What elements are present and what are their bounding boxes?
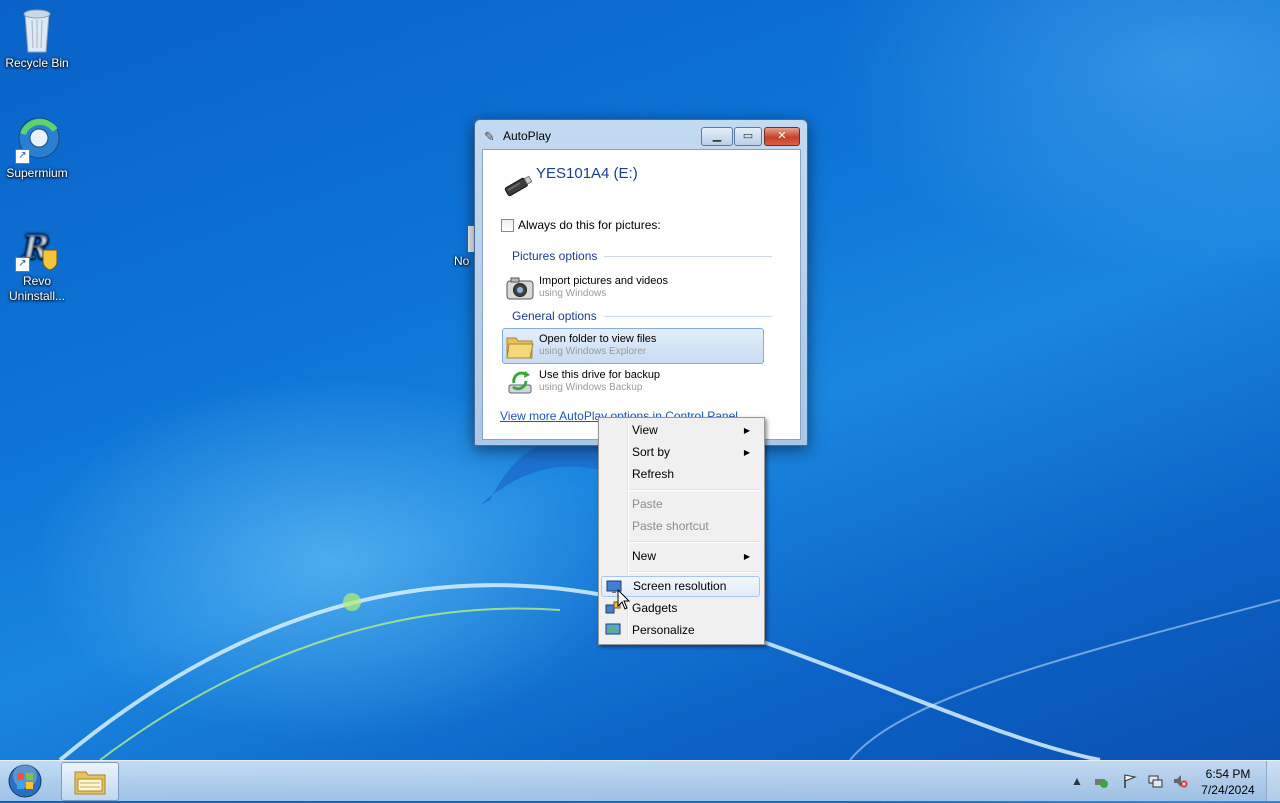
autoplay-titlebar[interactable]: ✎ AutoPlay ▁ ▭ ✕ (475, 120, 807, 150)
autoplay-title-icon: ✎ (484, 129, 495, 144)
pictures-options-heading: Pictures options (512, 249, 598, 263)
menu-item-label: Gadgets (632, 601, 678, 615)
minimize-button[interactable]: ▁ (701, 127, 733, 146)
usb-drive-icon (501, 170, 533, 202)
clock-time: 6:54 PM (1205, 767, 1251, 781)
general-options-heading: General options (512, 309, 597, 323)
menu-item-label: Personalize (632, 623, 695, 637)
menu-item-refresh[interactable]: Refresh (601, 464, 760, 485)
desktop-icon-partial[interactable]: No (454, 226, 476, 269)
menu-item-view[interactable]: View ▶ (601, 420, 760, 441)
device-name: YES101A4 (E:) (536, 165, 638, 182)
folder-icon (505, 331, 535, 361)
shortcut-arrow-icon: ↗ (15, 257, 30, 272)
show-desktop-button[interactable] (1266, 761, 1280, 801)
option-backup[interactable]: Use this drive for backup using Windows … (502, 364, 764, 400)
desktop-icon-label: Revo Uninstall... (8, 274, 66, 303)
always-do-this-label: Always do this for pictures: (518, 218, 661, 232)
option-import-pictures[interactable]: Import pictures and videos using Windows (502, 270, 764, 306)
option-subtitle: using Windows (539, 288, 607, 299)
desktop-icon-revo-uninstaller[interactable]: R ↗ Revo Uninstall... (0, 224, 74, 304)
submenu-arrow-icon: ▶ (743, 552, 750, 561)
network-icon[interactable] (1147, 773, 1163, 789)
taskbar-clock[interactable]: 6:54 PM 7/24/2024 (1196, 766, 1260, 798)
desktop-icon-label: Recycle Bin (5, 56, 69, 70)
volume-muted-icon[interactable] (1172, 773, 1188, 789)
submenu-arrow-icon: ▶ (743, 448, 750, 457)
submenu-arrow-icon: ▶ (743, 426, 750, 435)
menu-separator (629, 571, 760, 573)
menu-item-personalize[interactable]: Personalize (601, 620, 760, 641)
menu-item-label: Paste (632, 497, 663, 511)
mouse-cursor-icon (617, 589, 631, 610)
desktop-icon-supermium[interactable]: ↗ Supermium (0, 116, 74, 181)
menu-item-label: View (632, 423, 658, 437)
minimize-icon: ▁ (712, 130, 722, 142)
backup-icon (505, 367, 535, 397)
revo-uninstaller-icon: R ↗ (13, 224, 61, 272)
recycle-bin-icon (13, 6, 61, 54)
window-title: AutoPlay (503, 129, 552, 143)
menu-item-label: Paste shortcut (632, 519, 709, 533)
always-do-this-checkbox[interactable] (501, 218, 514, 232)
clock-date: 7/24/2024 (1201, 783, 1255, 797)
shortcut-arrow-icon: ↗ (15, 149, 30, 164)
option-title: Use this drive for backup (539, 369, 661, 381)
menu-separator (629, 489, 760, 491)
close-icon: ✕ (777, 130, 787, 142)
menu-item-paste-shortcut[interactable]: Paste shortcut (601, 516, 760, 537)
desktop-icon-label: Supermium (6, 166, 68, 180)
option-title: Open folder to view files (539, 333, 657, 345)
safely-remove-hardware-icon[interactable] (1093, 773, 1109, 789)
start-button[interactable] (6, 763, 44, 799)
show-hidden-icons-icon[interactable]: ▲ (1069, 773, 1085, 789)
camera-icon (505, 273, 535, 303)
desktop-icon-label: No (454, 254, 470, 268)
maximize-button[interactable]: ▭ (734, 127, 762, 146)
taskbar: ▲ 6:54 PM 7/24/2024 (0, 760, 1280, 801)
maximize-icon: ▭ (742, 130, 754, 142)
menu-separator (629, 541, 760, 543)
menu-item-new[interactable]: New ▶ (601, 546, 760, 567)
action-center-flag-icon[interactable] (1122, 773, 1138, 789)
menu-item-label: Sort by (632, 445, 671, 459)
menu-item-paste[interactable]: Paste (601, 494, 760, 515)
always-do-this-row[interactable]: Always do this for pictures: (501, 218, 661, 232)
section-divider (604, 316, 772, 317)
menu-item-label: Screen resolution (633, 579, 727, 593)
close-button[interactable]: ✕ (764, 127, 800, 146)
menu-item-sort-by[interactable]: Sort by ▶ (601, 442, 760, 463)
supermium-icon: ↗ (13, 116, 61, 164)
autoplay-content: YES101A4 (E:) Always do this for picture… (482, 149, 801, 440)
autoplay-window: ✎ AutoPlay ▁ ▭ ✕ YES101A4 (E:) Always do… (474, 119, 808, 446)
desktop-icon-recycle-bin[interactable]: Recycle Bin (0, 6, 74, 71)
option-subtitle: using Windows Explorer (539, 346, 647, 357)
taskbar-explorer-button[interactable] (61, 762, 119, 801)
section-divider (604, 256, 772, 257)
explorer-folder-icon (74, 771, 106, 795)
option-subtitle: using Windows Backup (539, 382, 643, 393)
menu-item-label: Refresh (632, 467, 675, 481)
option-title: Import pictures and videos (539, 275, 669, 287)
windows-logo-icon (8, 764, 42, 798)
personalize-icon (605, 623, 621, 637)
menu-item-label: New (632, 549, 657, 563)
option-open-folder[interactable]: Open folder to view files using Windows … (502, 328, 764, 364)
